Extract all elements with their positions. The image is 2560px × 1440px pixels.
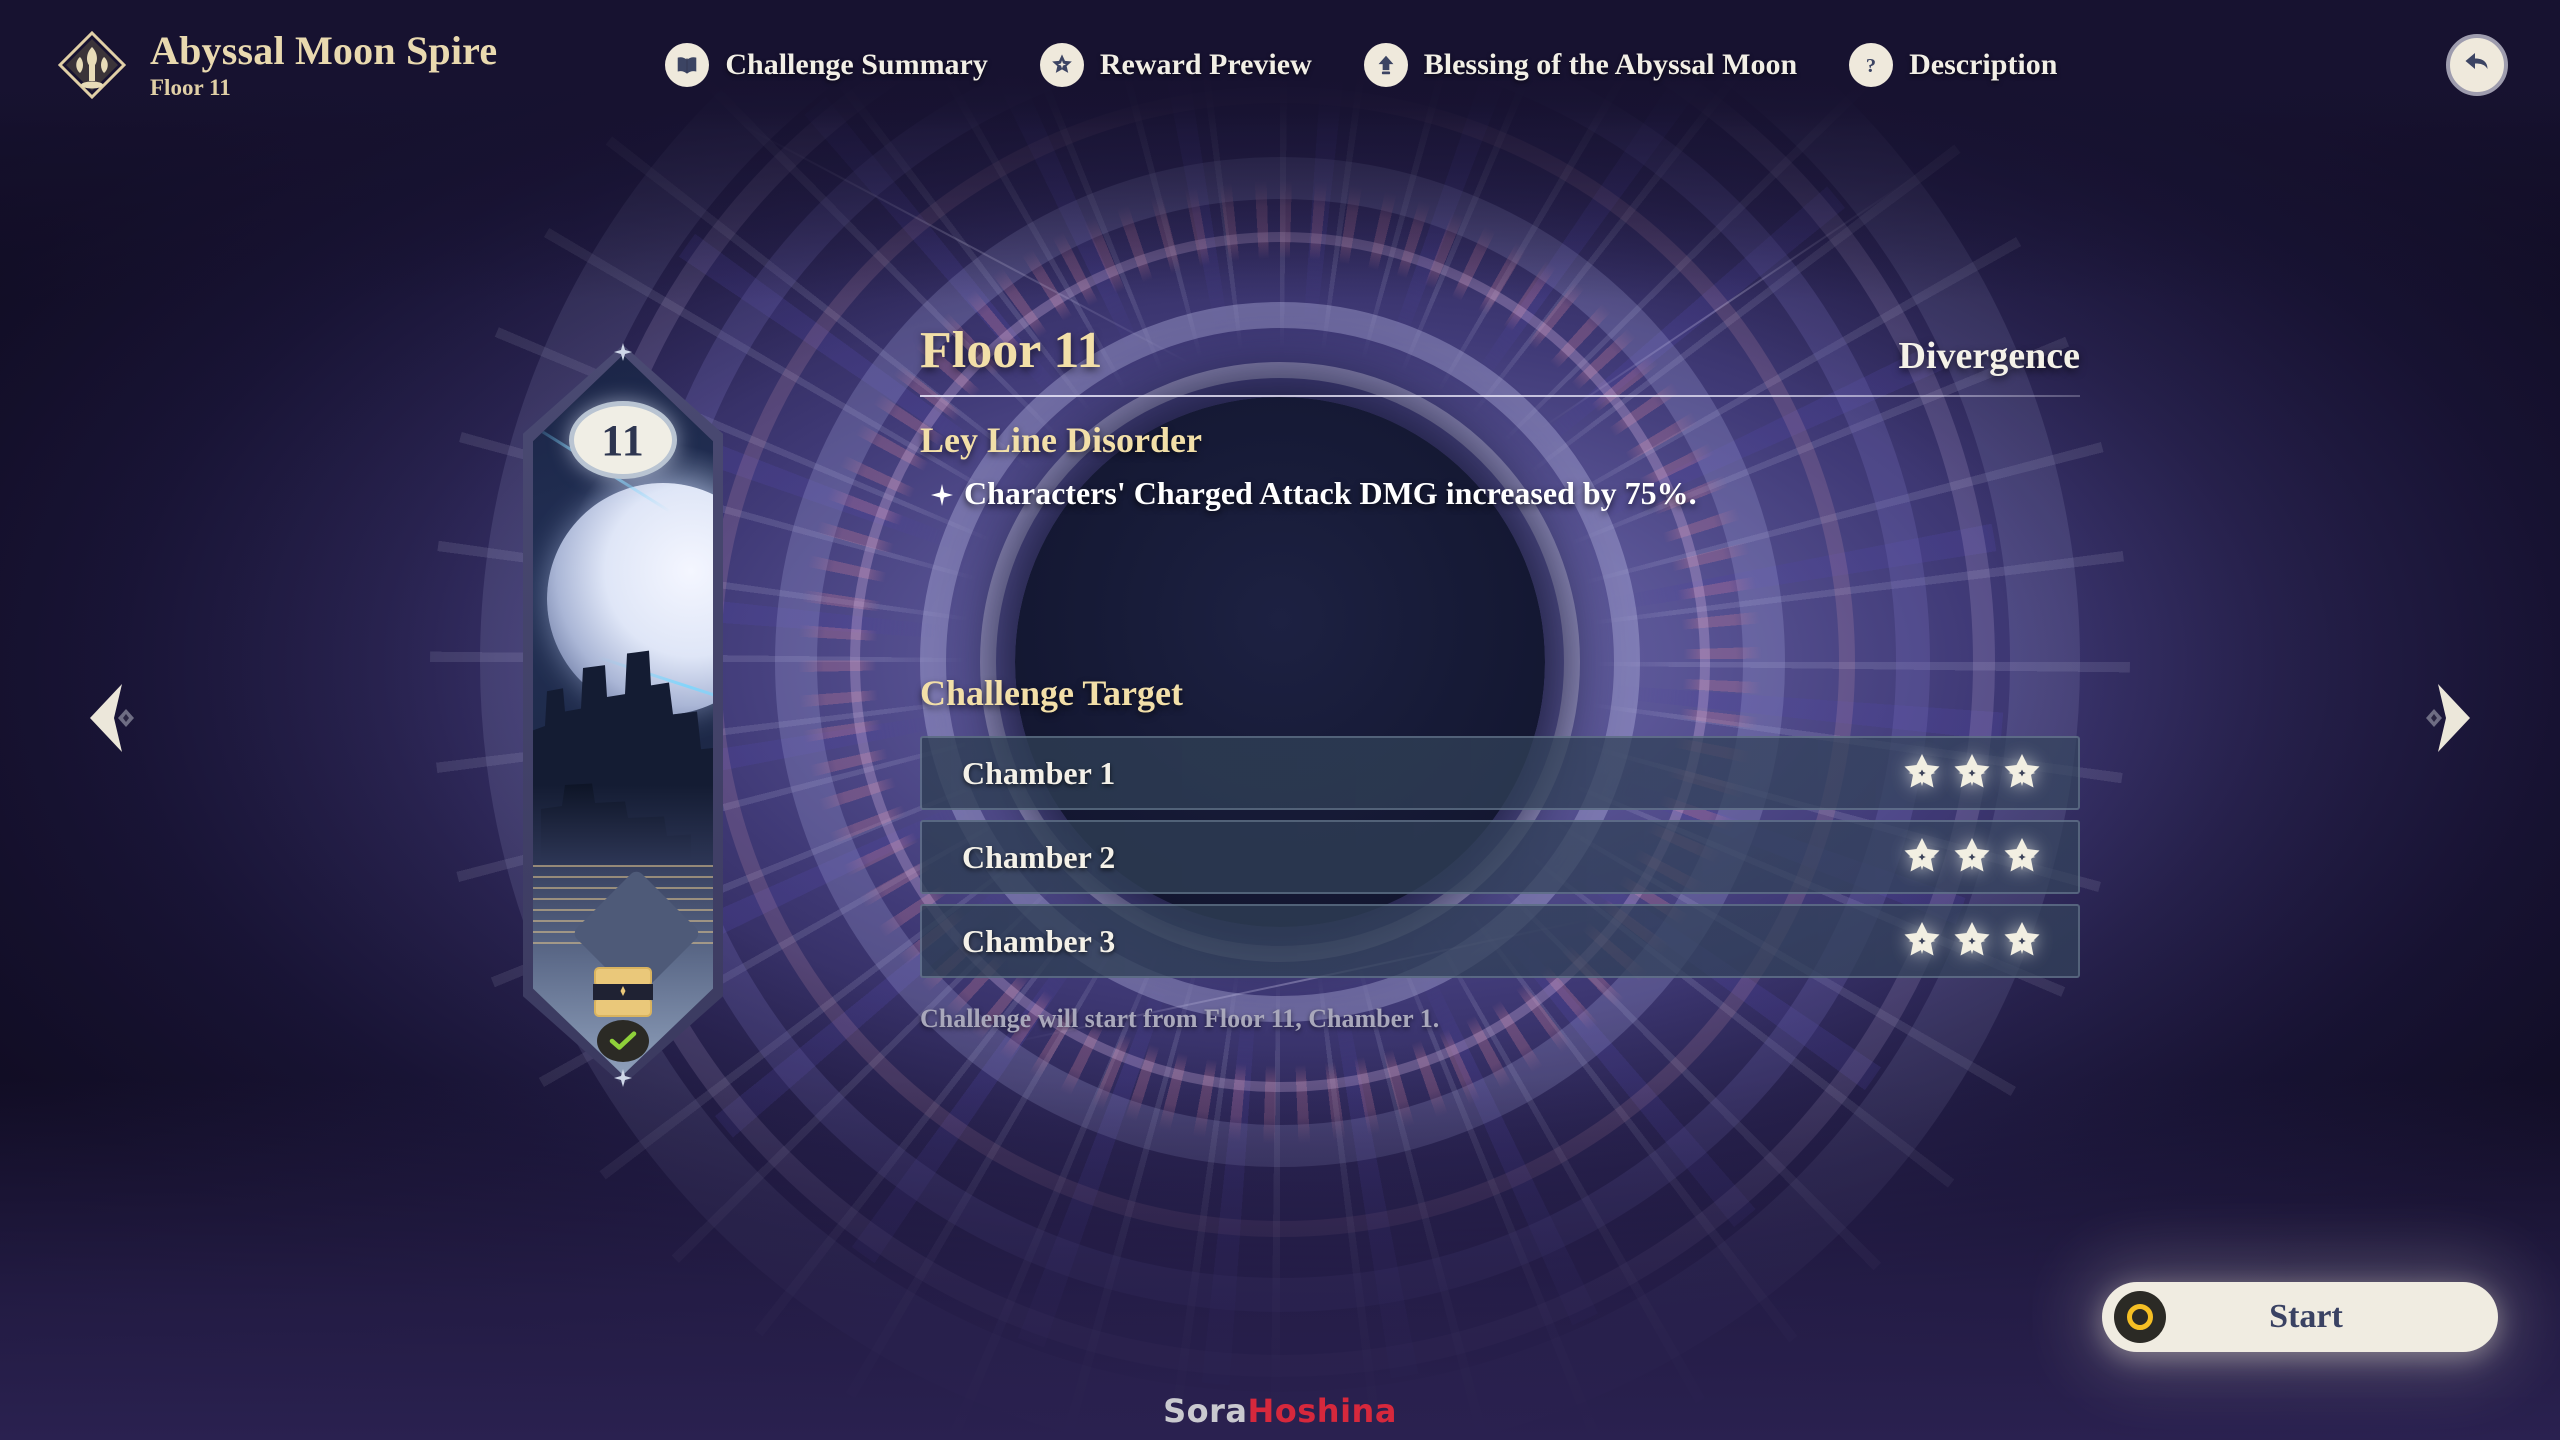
top-nav: Challenge Summary Reward Preview Blessin… bbox=[665, 43, 2057, 87]
ley-line-disorder-entry: Characters' Charged Attack DMG increased… bbox=[930, 475, 2080, 512]
chamber-name: Chamber 1 bbox=[962, 754, 1116, 791]
chamber-stars bbox=[1902, 837, 2042, 877]
top-bar: Abyssal Moon Spire Floor 11 Challenge Su… bbox=[0, 0, 2560, 130]
abyss-emblem-icon bbox=[57, 30, 127, 100]
nav-item-label: Description bbox=[1909, 48, 2058, 81]
chevron-left-icon bbox=[90, 684, 134, 752]
chamber-list: Chamber 1 Chamber 2 Chamber 3 bbox=[920, 736, 2080, 978]
abyss-star-icon bbox=[2002, 753, 2042, 793]
abyss-star-icon bbox=[1952, 753, 1992, 793]
prev-floor-arrow[interactable] bbox=[70, 678, 140, 758]
arrow-up-buff-icon bbox=[1363, 43, 1408, 87]
ley-line-disorder-heading: Ley Line Disorder bbox=[920, 420, 1202, 460]
svg-text:?: ? bbox=[1866, 55, 1876, 77]
abyss-star-icon bbox=[1902, 753, 1942, 793]
next-floor-arrow[interactable] bbox=[2420, 678, 2490, 758]
start-button-label: Start bbox=[2269, 1298, 2343, 1335]
floor-number-badge: 11 bbox=[569, 401, 677, 479]
floor-detail-panel: Floor 11 Divergence Ley Line Disorder Ch… bbox=[920, 325, 2080, 1034]
nav-item-description[interactable]: ? Description bbox=[1849, 43, 2057, 87]
ley-line-disorder-text: Characters' Charged Attack DMG increased… bbox=[964, 475, 1697, 511]
key-ring-shape bbox=[2127, 1304, 2153, 1330]
floor-variant-name: Divergence bbox=[1898, 335, 2080, 377]
abyss-star-icon bbox=[1952, 837, 1992, 877]
abyss-star-icon bbox=[1952, 921, 1992, 961]
back-arrow-icon bbox=[2460, 46, 2494, 85]
abyss-star-icon bbox=[1902, 837, 1942, 877]
sparkle-bullet-icon bbox=[930, 483, 954, 507]
treasure-chest-icon bbox=[591, 966, 655, 1018]
header-divider bbox=[920, 395, 2080, 397]
abyss-star-icon bbox=[2002, 837, 2042, 877]
watermark-part-one: Sora bbox=[1163, 1392, 1248, 1430]
star-reward-icon bbox=[1039, 43, 1084, 87]
challenge-target-heading: Challenge Target bbox=[920, 673, 1184, 713]
chamber-row[interactable]: Chamber 2 bbox=[920, 820, 2080, 894]
chamber-name: Chamber 3 bbox=[962, 922, 1116, 959]
abyss-star-icon bbox=[1902, 921, 1942, 961]
background-bottom-fade bbox=[0, 1080, 2560, 1440]
abyss-star-icon bbox=[2002, 921, 2042, 961]
question-mark-icon: ? bbox=[1849, 43, 1894, 87]
watermark: SoraHoshina bbox=[1163, 1392, 1397, 1430]
chamber-row[interactable]: Chamber 1 bbox=[920, 736, 2080, 810]
floor-number-label: 11 bbox=[601, 415, 645, 465]
book-icon bbox=[665, 43, 710, 87]
check-mark-icon bbox=[597, 1020, 649, 1062]
card-sparkle-bottom bbox=[614, 1069, 632, 1087]
card-sparkle-top bbox=[614, 343, 632, 361]
watermark-part-two: Hoshina bbox=[1247, 1392, 1397, 1430]
chevron-right-icon bbox=[2426, 684, 2470, 752]
start-button[interactable]: Start bbox=[2102, 1282, 2498, 1352]
page-subtitle: Floor 11 bbox=[150, 74, 231, 100]
chamber-row[interactable]: Chamber 3 bbox=[920, 904, 2080, 978]
controller-key-icon bbox=[2114, 1291, 2166, 1343]
brand-header: Abyssal Moon Spire Floor 11 bbox=[57, 27, 498, 100]
chamber-name: Chamber 2 bbox=[962, 838, 1116, 875]
nav-item-challenge-summary[interactable]: Challenge Summary bbox=[665, 43, 988, 87]
floor-preview-card[interactable]: 11 bbox=[523, 343, 723, 1087]
page-title: Abyssal Moon Spire bbox=[150, 27, 498, 73]
nav-item-label: Challenge Summary bbox=[725, 48, 988, 81]
floor-header-row: Floor 11 Divergence bbox=[920, 325, 2080, 377]
nav-item-label: Reward Preview bbox=[1099, 48, 1312, 81]
nav-item-reward-preview[interactable]: Reward Preview bbox=[1039, 43, 1312, 87]
nav-item-blessing[interactable]: Blessing of the Abyssal Moon bbox=[1363, 43, 1798, 87]
floor-title: Floor 11 bbox=[920, 322, 1103, 379]
card-body: 11 bbox=[533, 355, 713, 1075]
brand-text-block: Abyssal Moon Spire Floor 11 bbox=[150, 27, 498, 100]
start-note: Challenge will start from Floor 11, Cham… bbox=[920, 1004, 1440, 1033]
chamber-stars bbox=[1902, 921, 2042, 961]
nav-item-label: Blessing of the Abyssal Moon bbox=[1423, 48, 1798, 81]
back-button[interactable] bbox=[2446, 34, 2508, 96]
chamber-stars bbox=[1902, 753, 2042, 793]
